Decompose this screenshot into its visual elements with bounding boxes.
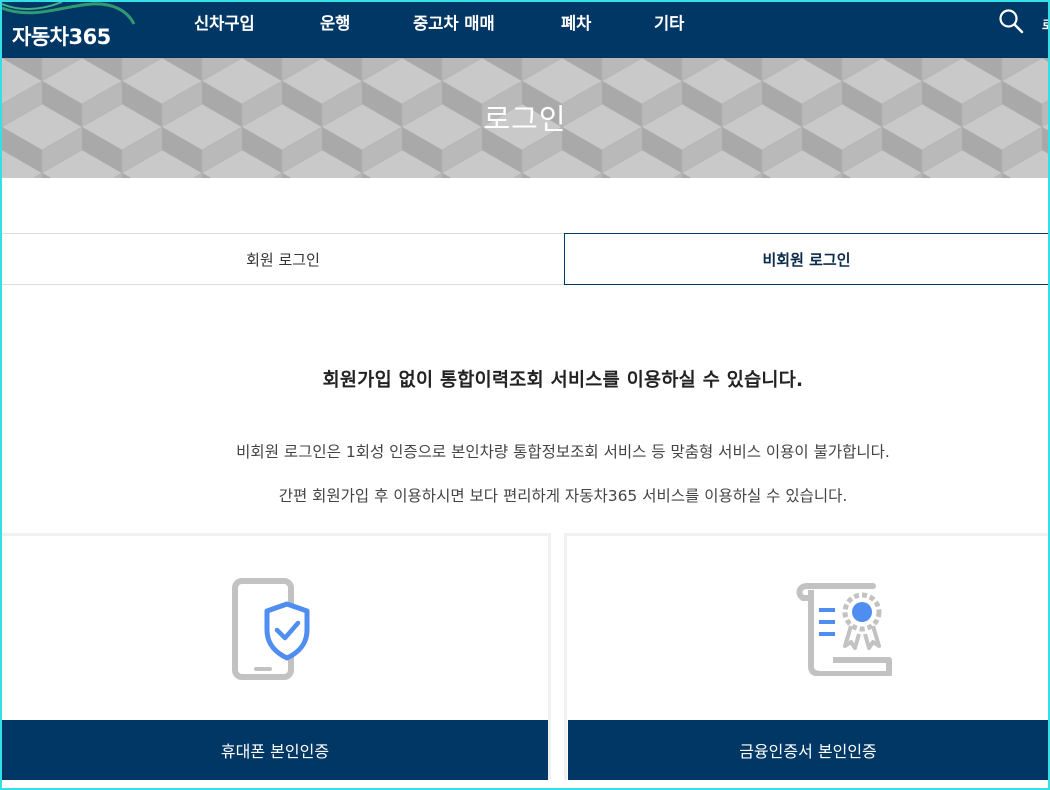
phone-auth-button[interactable]: 휴대폰 본인인증 [2,720,548,780]
guest-description-1: 비회원 로그인은 1회성 인증으로 본인차량 통합정보조회 서비스 등 맞춤형 … [236,443,890,461]
nav-new-car[interactable]: 신차구입 [194,10,255,34]
tab-member-login[interactable]: 회원 로그인 [2,233,564,285]
phone-shield-icon [232,578,310,680]
nav-etc[interactable]: 기타 [654,10,684,34]
page-title: 로그인 [483,102,567,136]
site-logo[interactable]: 자동차365 [12,21,111,51]
certificate-auth-card[interactable]: 금융인증서 본인인증 [564,533,1050,780]
top-header: 자동차365 신차구입 운행 중고차 매매 폐차 기타 로 [2,2,1048,58]
nav-driving[interactable]: 운행 [320,10,350,34]
certificate-icon [796,583,892,676]
page-banner: 로그인 [2,58,1048,178]
guest-description-2: 간편 회원가입 후 이용하시면 보다 편리하게 자동차365 서비스를 이용하실… [278,487,848,505]
certificate-auth-button[interactable]: 금융인증서 본인인증 [568,720,1048,780]
phone-auth-card[interactable]: 휴대폰 본인인증 [2,533,551,780]
nav-used-car[interactable]: 중고차 매매 [413,10,495,34]
tab-guest-login[interactable]: 비회원 로그인 [564,233,1048,285]
guest-headline: 회원가입 없이 통합이력조회 서비스를 이용하실 수 있습니다. [322,370,804,391]
header-edge-label[interactable]: 로 [1042,16,1048,33]
search-icon[interactable] [998,8,1024,34]
nav-scrap[interactable]: 폐차 [561,10,591,34]
login-tabs: 회원 로그인 비회원 로그인 [2,233,1048,285]
